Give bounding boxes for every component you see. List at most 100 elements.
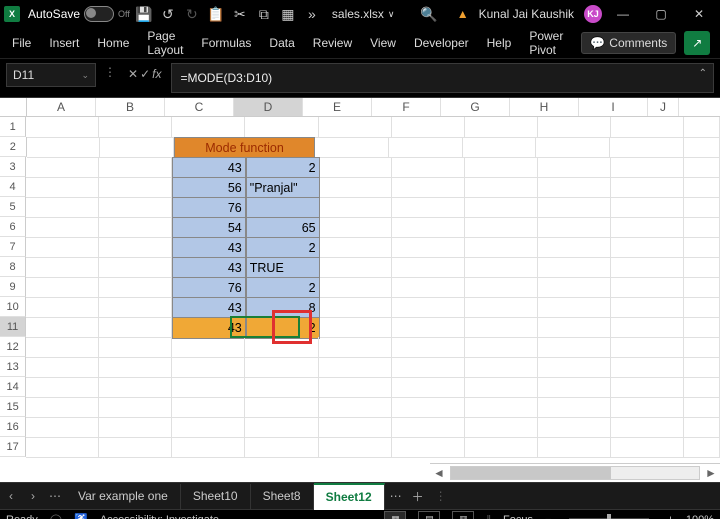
- cell[interactable]: [465, 277, 538, 298]
- cell[interactable]: [611, 177, 684, 198]
- cell[interactable]: Mode function: [174, 137, 315, 159]
- col-header[interactable]: C: [165, 98, 234, 116]
- minimize-button[interactable]: —: [606, 0, 640, 28]
- cell[interactable]: [465, 197, 538, 218]
- sheet-tab-active[interactable]: Sheet12: [314, 483, 385, 510]
- tab-file[interactable]: File: [12, 36, 31, 50]
- cell[interactable]: [684, 277, 720, 298]
- cell[interactable]: [465, 257, 538, 278]
- cell[interactable]: [320, 237, 393, 258]
- user-name[interactable]: Kunal Jai Kaushik: [479, 7, 574, 21]
- cell[interactable]: [684, 217, 720, 238]
- cell[interactable]: [611, 217, 684, 238]
- cell[interactable]: [610, 137, 684, 158]
- cut-icon[interactable]: ✂: [230, 4, 250, 24]
- cell[interactable]: [684, 357, 720, 378]
- cell[interactable]: [245, 377, 318, 398]
- cell[interactable]: [611, 357, 684, 378]
- sheet-more-icon[interactable]: ⋯: [385, 489, 407, 503]
- row-header[interactable]: 10: [0, 297, 26, 317]
- enter-icon[interactable]: ✓: [140, 67, 150, 81]
- cell[interactable]: 43: [172, 317, 246, 339]
- cell[interactable]: 43: [172, 157, 246, 179]
- cell[interactable]: [611, 237, 684, 258]
- zoom-level[interactable]: 100%: [686, 514, 714, 519]
- row-header[interactable]: 9: [0, 277, 26, 297]
- tab-page-layout[interactable]: Page Layout: [147, 29, 183, 57]
- cell[interactable]: [26, 117, 99, 138]
- cell[interactable]: [684, 177, 720, 198]
- cell[interactable]: [26, 277, 99, 298]
- cell[interactable]: [320, 177, 393, 198]
- row-header[interactable]: 17: [0, 437, 26, 457]
- cell[interactable]: [26, 157, 99, 178]
- new-sheet-button[interactable]: ＋: [407, 488, 429, 505]
- clipboard-icon[interactable]: 📋: [206, 4, 226, 24]
- cell[interactable]: TRUE: [246, 257, 320, 279]
- cell[interactable]: [99, 257, 172, 278]
- cell[interactable]: [99, 357, 172, 378]
- tab-insert[interactable]: Insert: [49, 36, 79, 50]
- more-icon[interactable]: ⋮: [102, 63, 118, 81]
- cell[interactable]: [465, 357, 538, 378]
- cell[interactable]: [538, 417, 611, 438]
- sheet-nav-prev[interactable]: ‹: [0, 489, 22, 503]
- select-all-corner[interactable]: [0, 98, 27, 116]
- row-header[interactable]: 12: [0, 337, 26, 357]
- cell[interactable]: [26, 297, 99, 318]
- cell[interactable]: [538, 177, 611, 198]
- cell[interactable]: [26, 417, 99, 438]
- cell[interactable]: [465, 417, 538, 438]
- cell[interactable]: [245, 437, 318, 458]
- row-header[interactable]: 7: [0, 237, 26, 257]
- cell[interactable]: [538, 337, 611, 358]
- warning-icon[interactable]: ▲: [457, 7, 469, 21]
- cell[interactable]: [392, 317, 465, 338]
- cell[interactable]: [315, 137, 389, 158]
- cell[interactable]: [392, 237, 465, 258]
- user-avatar[interactable]: KJ: [584, 5, 602, 23]
- cell[interactable]: [684, 157, 720, 178]
- close-button[interactable]: ✕: [682, 0, 716, 28]
- cell[interactable]: [245, 357, 318, 378]
- formula-input[interactable]: =MODE(D3:D10) ⌃: [171, 63, 714, 93]
- comments-button[interactable]: 💬 Comments: [581, 32, 676, 54]
- search-icon[interactable]: 🔍: [419, 4, 439, 24]
- cell[interactable]: [392, 217, 465, 238]
- cell[interactable]: [538, 117, 611, 138]
- cell[interactable]: [465, 297, 538, 318]
- undo-icon[interactable]: ↺: [158, 4, 178, 24]
- cell[interactable]: 8: [246, 297, 320, 319]
- cell[interactable]: [538, 357, 611, 378]
- cell[interactable]: [320, 257, 393, 278]
- cell[interactable]: [684, 437, 720, 458]
- cell[interactable]: [320, 297, 393, 318]
- col-header[interactable]: A: [27, 98, 96, 116]
- cell[interactable]: [99, 297, 172, 318]
- share-button[interactable]: ↗: [684, 31, 710, 55]
- cell[interactable]: 54: [172, 217, 246, 239]
- cell[interactable]: [172, 377, 245, 398]
- cell[interactable]: 43: [172, 297, 246, 319]
- cell[interactable]: [100, 137, 174, 158]
- cell[interactable]: [26, 197, 99, 218]
- cell[interactable]: [538, 197, 611, 218]
- cell[interactable]: [246, 197, 320, 219]
- cell[interactable]: [392, 177, 465, 198]
- cell[interactable]: [26, 357, 99, 378]
- cell[interactable]: [392, 357, 465, 378]
- cell[interactable]: [319, 397, 392, 418]
- row-header[interactable]: 2: [0, 137, 27, 157]
- horizontal-scrollbar[interactable]: ◄ ►: [430, 463, 720, 482]
- cell[interactable]: [538, 377, 611, 398]
- cell[interactable]: [538, 437, 611, 458]
- cell[interactable]: [26, 177, 99, 198]
- accessibility-icon[interactable]: ♿: [74, 513, 88, 519]
- cell[interactable]: [611, 297, 684, 318]
- cell[interactable]: 2: [246, 157, 320, 179]
- cell[interactable]: [611, 437, 684, 458]
- col-header[interactable]: H: [510, 98, 579, 116]
- col-header[interactable]: D: [234, 98, 303, 116]
- cell[interactable]: [611, 397, 684, 418]
- filename-dropdown[interactable]: sales.xlsx ∨: [332, 7, 395, 21]
